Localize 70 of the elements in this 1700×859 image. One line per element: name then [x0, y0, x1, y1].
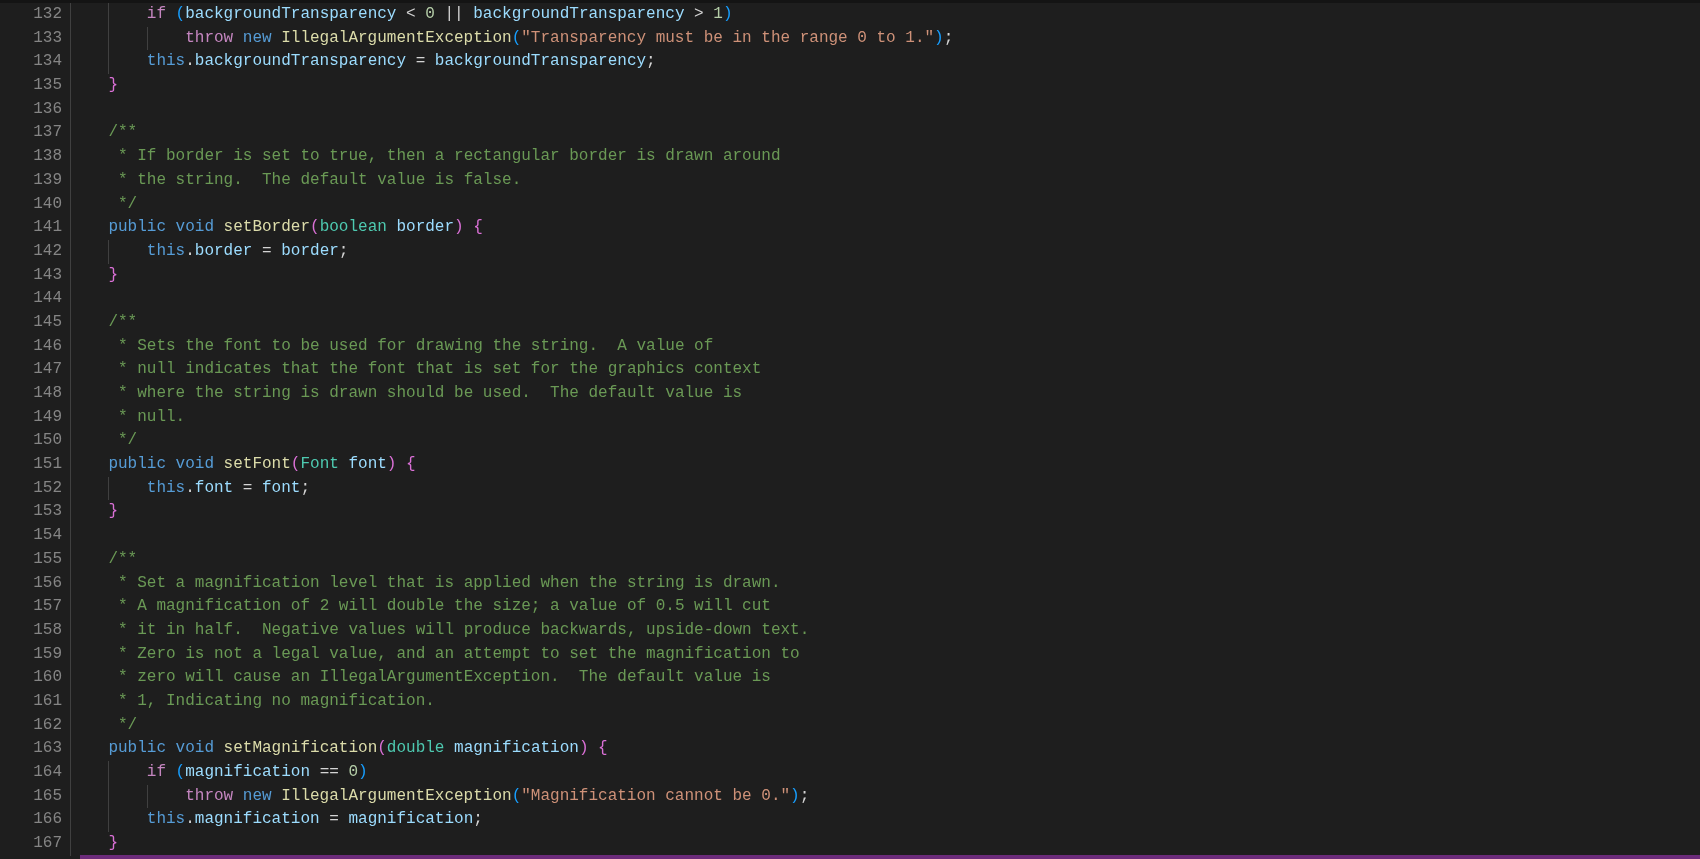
line-number: 133	[32, 27, 62, 49]
code-line: if (magnification == 0)	[146, 762, 368, 783]
line-number: 142	[32, 240, 62, 262]
code-line: */	[117, 714, 138, 736]
line-number: 166	[32, 809, 62, 831]
line-number: 138	[32, 146, 62, 168]
code-line: * where the string is drawn should be used. The default value is	[117, 383, 743, 404]
line-number: 155	[32, 548, 62, 570]
code-line: * If border is set to true, then a rectangular border is drawn around	[117, 146, 781, 168]
line-number: 151	[32, 454, 62, 476]
line-number: 132	[32, 4, 62, 25]
line-number: 137	[32, 122, 62, 144]
code-line: * Sets the font to be used for drawing the string. A value of	[117, 335, 714, 357]
code-line: * A magnification of 2 will double the size; a value of 0.5 will cut	[117, 596, 771, 618]
line-number: 162	[32, 714, 62, 736]
line-number: 163	[32, 738, 62, 760]
line-number: 145	[32, 311, 62, 333]
code-line: * zero will cause an IllegalArgumentException. The default value is	[117, 667, 771, 689]
code-line: public void setBorder(boolean border) {	[108, 217, 483, 239]
code-line: * null indicates that the font that is set for the graphics context	[117, 359, 762, 381]
code-line: this.border = border;	[146, 240, 349, 262]
line-number: 135	[32, 75, 62, 97]
code-line: * the string. The default value is false.	[117, 169, 522, 191]
code-line: /**	[108, 311, 138, 333]
line-number: 141	[32, 217, 62, 239]
line-number: 139	[32, 169, 62, 191]
code-line: if (backgroundTransparency < 0 || backgroundTransparency > 1)	[146, 4, 733, 25]
code-line: * Zero is not a legal value, and an attempt to set the magnification to	[117, 643, 800, 665]
code-line: }	[108, 833, 118, 855]
line-number: 156	[32, 572, 62, 594]
line-number: 146	[32, 335, 62, 357]
line-number: 165	[32, 785, 62, 807]
code-line: * 1, Indicating no magnification.	[117, 690, 435, 712]
code-line: }	[108, 75, 118, 97]
code-line: */	[117, 430, 138, 452]
line-number: 143	[32, 264, 62, 286]
code-line: this.font = font;	[146, 477, 311, 499]
code-line: /**	[108, 548, 138, 570]
code-line: throw new IllegalArgumentException("Transparency must be in the range 0 to 1.");	[185, 27, 954, 49]
code-line: throw new IllegalArgumentException("Magnification cannot be 0.");	[185, 785, 810, 807]
line-number: 153	[32, 501, 62, 523]
line-number: 159	[32, 643, 62, 665]
line-number: 152	[32, 477, 62, 499]
line-number: 148	[32, 383, 62, 404]
line-number: 144	[32, 288, 62, 310]
line-number: 140	[32, 193, 62, 215]
line-number: 161	[32, 690, 62, 712]
line-number: 164	[32, 762, 62, 783]
code-line: }	[108, 501, 118, 523]
line-number: 158	[32, 619, 62, 641]
code-line: * null.	[117, 406, 186, 428]
code-line: public void setMagnification(double magnification) {	[108, 738, 608, 760]
line-number: 149	[32, 406, 62, 428]
code-line: */	[117, 193, 138, 215]
line-number: 147	[32, 359, 62, 381]
code-line: this.backgroundTransparency = backgroundTransparency;	[146, 51, 656, 73]
code-line: public void setFont(Font font) {	[108, 454, 416, 476]
line-number: 167	[32, 833, 62, 855]
code-line: /**	[108, 122, 138, 144]
line-number: 154	[32, 525, 62, 547]
code-line: * it in half. Negative values will produce backwards, upside-down text.	[117, 619, 810, 641]
code-line: * Set a magnification level that is applied when the string is drawn.	[117, 572, 781, 594]
line-number: 157	[32, 596, 62, 618]
line-number: 134	[32, 51, 62, 73]
line-number: 150	[32, 430, 62, 452]
horizontal-scrollbar[interactable]	[80, 855, 1700, 859]
line-number: 136	[32, 98, 62, 120]
line-number: 160	[32, 667, 62, 689]
code-line: this.magnification = magnification;	[146, 809, 483, 831]
code-line: }	[108, 264, 118, 286]
